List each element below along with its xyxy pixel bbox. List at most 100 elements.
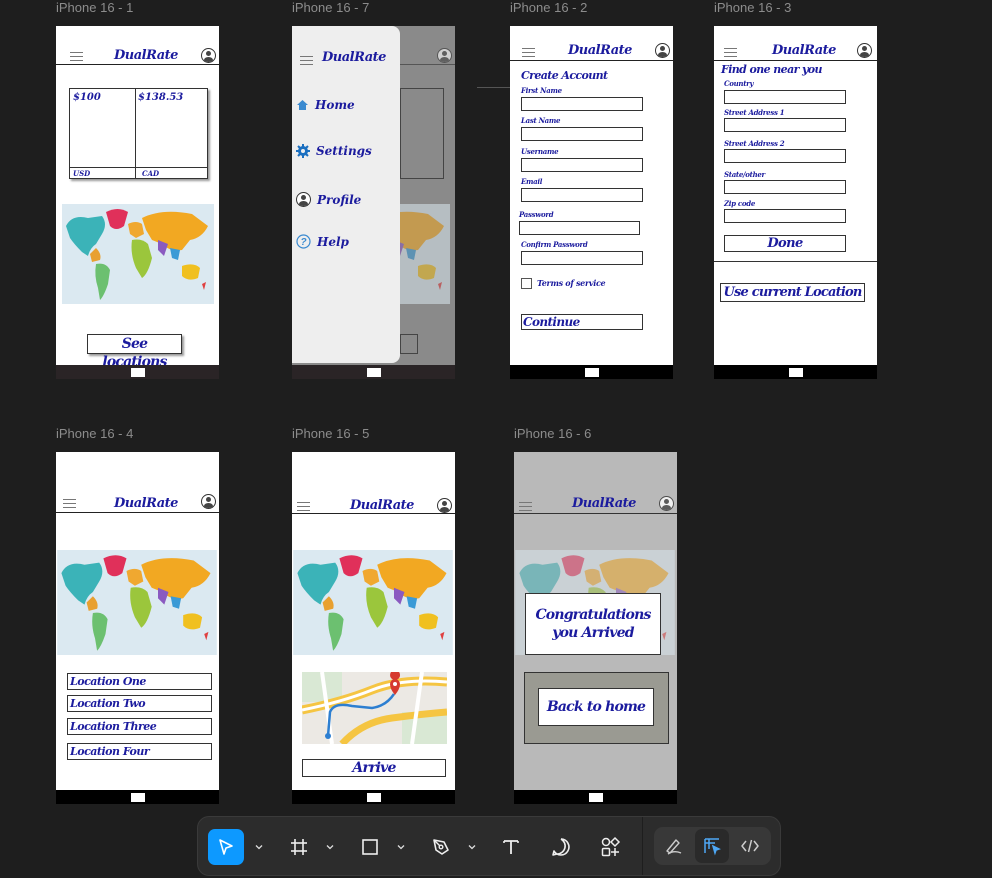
- bottom-nav-bar: [56, 790, 219, 804]
- chevron-down-icon[interactable]: [255, 843, 263, 851]
- divider: [714, 261, 877, 262]
- username-field[interactable]: [521, 158, 643, 172]
- street-address-2-field[interactable]: [724, 149, 846, 163]
- location-item-1[interactable]: Location One: [67, 673, 212, 690]
- hamburger-icon[interactable]: [522, 48, 535, 57]
- confirm-password-field[interactable]: [521, 251, 643, 265]
- cad-label: CAD: [142, 169, 160, 178]
- use-current-location-button[interactable]: Use current Location: [720, 283, 865, 302]
- home-indicator[interactable]: [130, 793, 145, 802]
- frame-label[interactable]: iPhone 16 - 5: [292, 426, 369, 441]
- frame-label[interactable]: iPhone 16 - 4: [56, 426, 133, 441]
- menu-item-help[interactable]: ? Help: [296, 234, 349, 249]
- last-name-field[interactable]: [521, 127, 643, 141]
- dev-mode[interactable]: [733, 829, 767, 863]
- arrive-button[interactable]: Arrive: [302, 759, 446, 777]
- back-to-home-button[interactable]: Back to home: [538, 688, 654, 726]
- street-address-1-field[interactable]: [724, 118, 846, 132]
- home-indicator[interactable]: [130, 368, 145, 377]
- hamburger-icon[interactable]: [300, 56, 313, 65]
- profile-icon[interactable]: [437, 498, 452, 513]
- chevron-down-icon[interactable]: [397, 843, 405, 851]
- header: DualRate: [714, 26, 877, 61]
- profile-icon[interactable]: [201, 494, 216, 509]
- header: DualRate: [56, 452, 219, 513]
- frame-label[interactable]: iPhone 16 - 3: [714, 0, 791, 15]
- continue-button[interactable]: Continue: [521, 314, 643, 330]
- hamburger-icon[interactable]: [63, 499, 76, 508]
- design-icon: [704, 838, 721, 856]
- comment-tool[interactable]: [543, 829, 579, 865]
- screen-home: DualRate $100 $138.53 USD CAD See locati…: [56, 26, 219, 379]
- hamburger-icon[interactable]: [724, 48, 737, 57]
- design-toolbar: [197, 816, 781, 876]
- hamburger-icon[interactable]: [70, 52, 83, 61]
- home-indicator[interactable]: [788, 368, 803, 377]
- brand-title: DualRate: [114, 496, 178, 511]
- see-locations-button[interactable]: [400, 334, 418, 354]
- profile-icon[interactable]: [659, 496, 674, 511]
- home-indicator[interactable]: [366, 368, 381, 377]
- converter-card: [400, 88, 444, 179]
- location-item-2[interactable]: Location Two: [67, 695, 212, 712]
- bottom-nav-bar: [510, 365, 673, 379]
- frame-tool[interactable]: [281, 829, 317, 865]
- location-item-3[interactable]: Location Three: [67, 718, 212, 735]
- text-icon: [503, 840, 519, 854]
- converter-card: $100 $138.53 USD CAD: [69, 88, 208, 179]
- home-indicator[interactable]: [588, 793, 603, 802]
- hamburger-icon[interactable]: [297, 502, 310, 511]
- page-title: Create Account: [521, 69, 608, 82]
- zip-code-field[interactable]: [724, 209, 846, 223]
- cad-value[interactable]: $138.53: [138, 92, 183, 103]
- menu-item-profile[interactable]: Profile: [296, 192, 361, 207]
- done-button[interactable]: Done: [724, 235, 846, 252]
- bottom-nav-bar: [292, 790, 455, 804]
- design-mode[interactable]: [695, 829, 729, 863]
- home-indicator[interactable]: [584, 368, 599, 377]
- home-icon: [297, 100, 308, 110]
- header: DualRate: [56, 26, 219, 65]
- menu-item-settings[interactable]: Settings: [296, 144, 372, 158]
- text-tool[interactable]: [493, 829, 529, 865]
- profile-icon[interactable]: [437, 48, 452, 63]
- svg-text:?: ?: [300, 237, 306, 248]
- comment-icon: [552, 838, 570, 856]
- frame-label[interactable]: iPhone 16 - 7: [292, 0, 369, 15]
- location-item-4[interactable]: Location Four: [67, 743, 212, 760]
- rectangle-tool[interactable]: [352, 829, 388, 865]
- terms-label[interactable]: Terms of service: [537, 278, 606, 288]
- state-field[interactable]: [724, 180, 846, 194]
- menu-item-home[interactable]: Home: [296, 98, 355, 112]
- frame-label[interactable]: iPhone 16 - 2: [510, 0, 587, 15]
- bottom-nav-bar: [714, 365, 877, 379]
- hamburger-icon[interactable]: [519, 502, 532, 511]
- frame-label[interactable]: iPhone 16 - 1: [56, 0, 133, 15]
- frame-label[interactable]: iPhone 16 - 6: [514, 426, 591, 441]
- components-tool[interactable]: [593, 829, 629, 865]
- first-name-field[interactable]: [521, 97, 643, 111]
- chevron-down-icon[interactable]: [468, 843, 476, 851]
- profile-icon[interactable]: [857, 43, 872, 58]
- profile-icon[interactable]: [655, 43, 670, 58]
- usd-value[interactable]: $100: [73, 92, 101, 103]
- email-field[interactable]: [521, 188, 643, 202]
- draw-mode[interactable]: [657, 829, 691, 863]
- pen-tool[interactable]: [423, 829, 459, 865]
- field-label: Last Name: [521, 116, 561, 125]
- field-label: Zip code: [724, 199, 755, 208]
- mode-switcher: [654, 827, 771, 865]
- move-tool[interactable]: [208, 829, 244, 865]
- congrats-message: Congratulations you Arrived: [525, 593, 661, 655]
- home-indicator[interactable]: [366, 793, 381, 802]
- bottom-nav-bar: [56, 365, 219, 379]
- profile-icon[interactable]: [201, 48, 216, 63]
- see-locations-button[interactable]: See locations: [87, 334, 182, 370]
- chevron-down-icon[interactable]: [326, 843, 334, 851]
- menu-label: Settings: [316, 144, 372, 158]
- password-field[interactable]: [519, 221, 640, 235]
- terms-checkbox[interactable]: [521, 278, 532, 289]
- brand-title: DualRate: [572, 496, 636, 511]
- country-field[interactable]: [724, 90, 846, 104]
- world-map-image: [57, 550, 217, 655]
